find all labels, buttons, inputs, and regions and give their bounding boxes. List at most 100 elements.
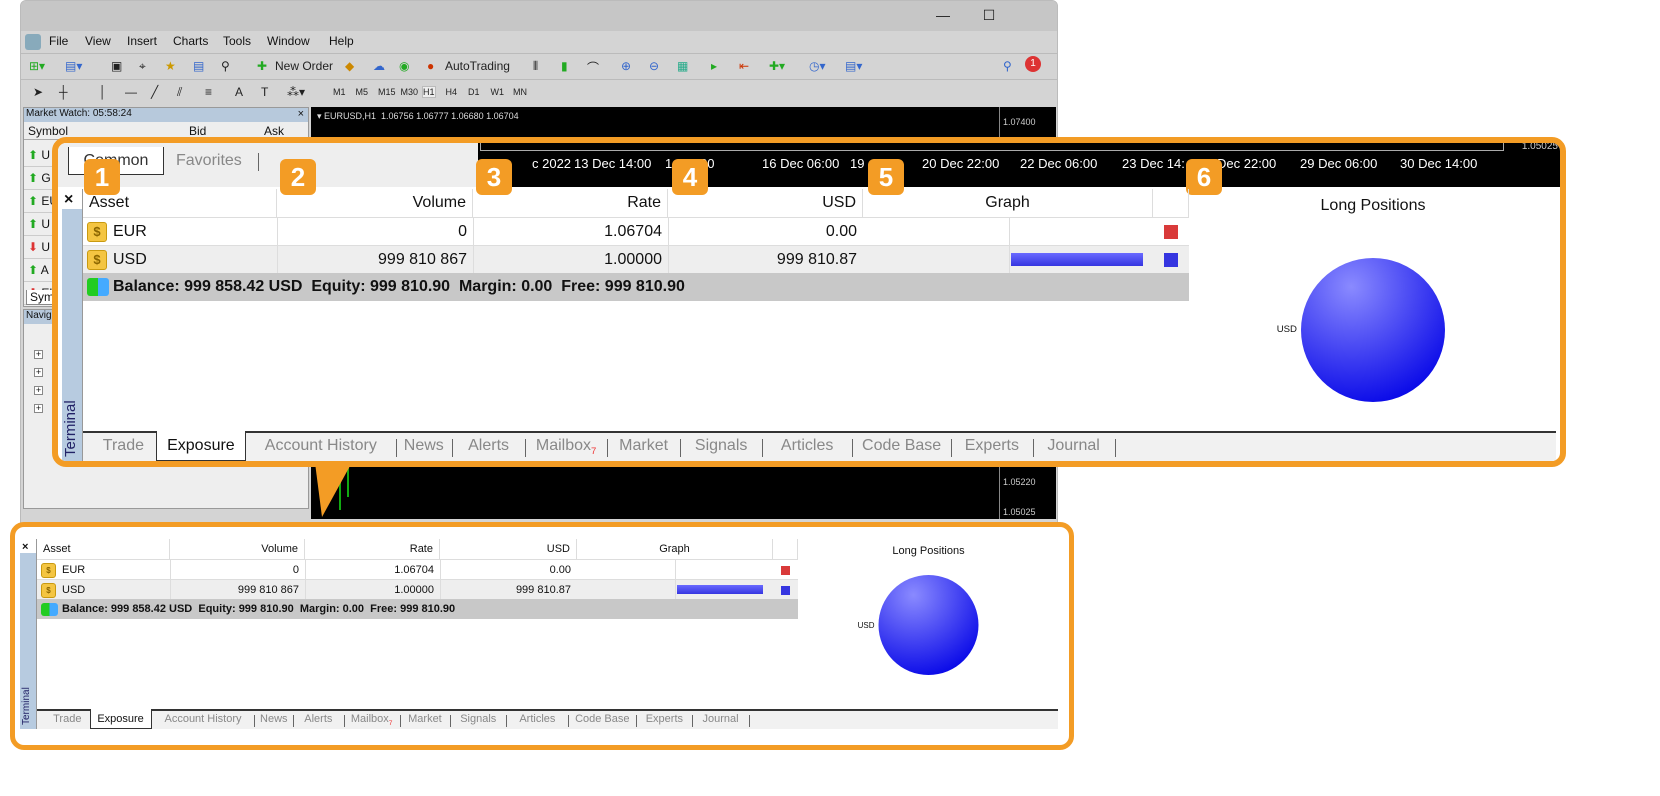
column-header-usd[interactable]: USD [440,539,577,559]
zoom-in-icon[interactable]: ⊕ [621,59,631,73]
timeframe-m15[interactable]: M15 [378,87,396,97]
minimize-button[interactable]: — [933,7,953,23]
expand-icon[interactable]: + [34,350,43,359]
tab-mailbox[interactable]: Mailbox7 [344,709,400,729]
menu-insert[interactable]: Insert [127,34,157,48]
bar-chart-icon[interactable]: ⫴ [533,59,538,74]
shapes-icon[interactable]: ⁂▾ [287,85,305,99]
tab-code-base[interactable]: Code Base [852,431,951,461]
crosshair-tool-icon[interactable]: ┼ [59,85,68,99]
expand-icon[interactable]: + [34,386,43,395]
expand-icon[interactable]: + [34,368,43,377]
tab-exposure[interactable]: Exposure [89,709,152,729]
timeframe-d1[interactable]: D1 [468,87,480,97]
indicators-icon[interactable]: ✚▾ [769,59,785,73]
terminal-icon[interactable]: ▤ [193,59,204,73]
column-header[interactable]: Ask [264,124,284,138]
menu-file[interactable]: File [49,34,68,48]
notification-badge[interactable]: 1 [1025,56,1041,72]
close-icon[interactable]: × [298,108,304,120]
profiles-icon[interactable]: ▤▾ [65,59,82,73]
autoscroll-icon[interactable]: ▸ [711,59,717,73]
chart-shift-icon[interactable]: ⇤ [739,59,749,73]
menu-tools[interactable]: Tools [223,34,251,48]
tab-trade[interactable]: Trade [91,431,156,461]
tab-articles[interactable]: Articles [506,709,568,729]
table-row[interactable]: $ EUR 0 1.06704 0.00 [37,559,798,580]
tab-account-history[interactable]: Account History [246,431,396,461]
tab-journal[interactable]: Journal [692,709,748,729]
metaeditor-icon[interactable]: ◆ [345,59,354,73]
line-chart-icon[interactable]: ⌒ [587,59,599,76]
new-order-button[interactable]: New Order [275,59,333,73]
column-header-graph[interactable]: Graph [863,189,1153,217]
menu-window[interactable]: Window [267,34,310,48]
menu-help[interactable]: Help [329,34,354,48]
timeframe-mn[interactable]: MN [513,87,527,97]
text-label-icon[interactable]: T [261,85,268,99]
column-header-volume[interactable]: Volume [277,189,473,217]
tab-journal[interactable]: Journal [1033,431,1115,461]
table-row[interactable]: $ EUR 0 1.06704 0.00 [83,217,1189,246]
tab-market[interactable]: Market [607,431,680,461]
table-row[interactable]: $ USD 999 810 867 1.00000 999 810.87 [37,579,798,600]
candlestick-icon[interactable]: ▮ [561,59,568,73]
tile-windows-icon[interactable]: ▦ [677,59,688,73]
column-header-asset[interactable]: Asset [83,189,277,217]
close-button[interactable]: × [64,191,73,209]
signal-icon[interactable]: ◉ [399,59,409,73]
column-header-asset[interactable]: Asset [37,539,170,559]
column-header[interactable]: Symbol [28,124,68,138]
expand-icon[interactable]: + [34,404,43,413]
maximize-button[interactable]: ☐ [979,7,999,24]
autotrading-button[interactable]: AutoTrading [445,59,510,73]
tab-account-history[interactable]: Account History [152,709,255,729]
timeframe-w1[interactable]: W1 [491,87,505,97]
tab-alerts[interactable]: Alerts [452,431,525,461]
timeframe-m5[interactable]: M5 [356,87,369,97]
navigator-icon[interactable]: ★ [165,59,176,73]
text-icon[interactable]: A [235,85,243,99]
tab-alerts[interactable]: Alerts [293,709,343,729]
templates-icon[interactable]: ▤▾ [845,59,862,73]
market-watch-icon[interactable]: ▣ [111,59,122,73]
timeframe-m30[interactable]: M30 [401,87,419,97]
new-chart-icon[interactable]: ⊞▾ [29,59,45,73]
tester-icon[interactable]: ⚲ [221,59,230,73]
trendline-icon[interactable]: ╱ [151,85,158,99]
tab-code-base[interactable]: Code Base [568,709,636,729]
tab-news[interactable]: News [396,431,452,461]
column-header-usd[interactable]: USD [668,189,863,217]
table-row[interactable]: $ USD 999 810 867 1.00000 999 810.87 [83,245,1189,274]
vertical-line-icon[interactable]: │ [99,85,107,99]
cursor-icon[interactable]: ➤ [33,85,43,99]
column-header-volume[interactable]: Volume [170,539,305,559]
tab-signals[interactable]: Signals [680,431,762,461]
column-header-graph[interactable]: Graph [577,539,773,559]
timeframe-h4[interactable]: H4 [446,87,458,97]
crosshair-icon[interactable]: ⌖ [139,59,146,74]
column-header-rate[interactable]: Rate [305,539,440,559]
tab-exposure[interactable]: Exposure [155,431,247,461]
tab-mailbox[interactable]: Mailbox7 [525,431,607,461]
tab-signals[interactable]: Signals [450,709,506,729]
close-button[interactable]: × [22,541,28,553]
menu-charts[interactable]: Charts [173,34,208,48]
tab-favorites[interactable]: Favorites [176,147,242,175]
tab-market[interactable]: Market [400,709,450,729]
tab-articles[interactable]: Articles [762,431,852,461]
elliott-icon[interactable]: ⫽ [177,85,182,100]
column-header[interactable]: Bid [189,124,206,138]
tab-experts[interactable]: Experts [951,431,1033,461]
timeframe-m1[interactable]: M1 [333,87,346,97]
column-header-rate[interactable]: Rate [473,189,668,217]
timeframe-h1[interactable]: H1 [422,86,436,98]
tab-experts[interactable]: Experts [636,709,692,729]
tab-news[interactable]: News [254,709,293,729]
zoom-out-icon[interactable]: ⊖ [649,59,659,73]
search-icon[interactable]: ⚲ [1003,59,1012,73]
periods-icon[interactable]: ◷▾ [809,59,826,73]
horizontal-line-icon[interactable]: — [125,85,137,99]
menu-view[interactable]: View [85,34,111,48]
cloud-icon[interactable]: ☁ [373,59,385,73]
